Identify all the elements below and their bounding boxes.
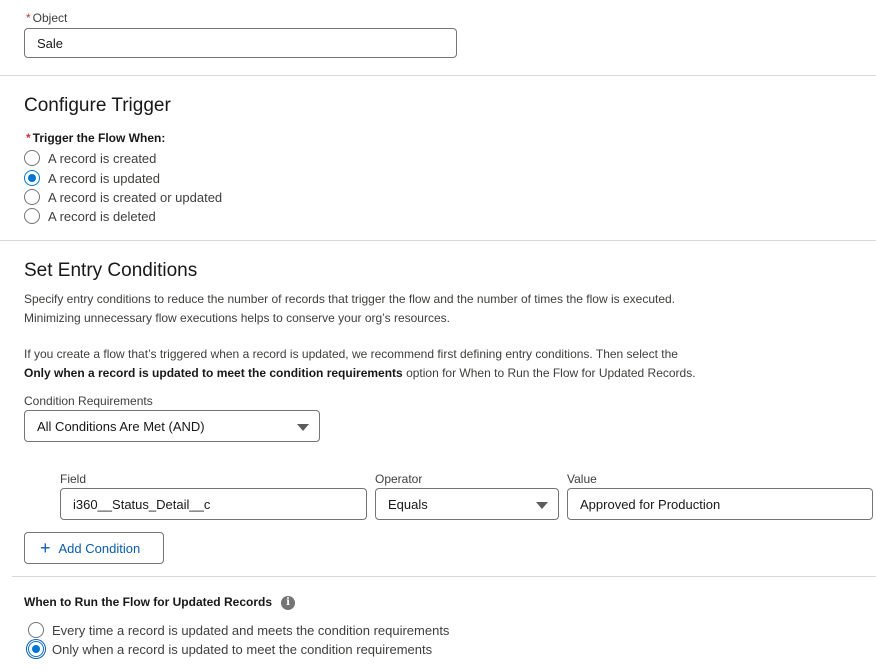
radio-button[interactable]	[24, 189, 40, 205]
field-label: Field	[60, 472, 87, 486]
trigger-option-created-or-updated[interactable]: A record is created or updated	[24, 188, 222, 206]
object-label: * Object	[26, 11, 67, 25]
condition-requirements-select[interactable]: All Conditions Are Met (AND)	[24, 410, 320, 442]
chevron-down-icon	[536, 502, 548, 509]
run-option-every-time[interactable]: Every time a record is updated and meets…	[28, 621, 449, 639]
configure-trigger-heading: Configure Trigger	[24, 95, 171, 116]
info-icon[interactable]: i	[281, 595, 295, 610]
trigger-option-created[interactable]: A record is created	[24, 149, 156, 167]
value-value: Approved for Production	[580, 496, 721, 512]
plus-icon: +	[40, 538, 51, 558]
entry-conditions-heading: Set Entry Conditions	[24, 260, 198, 281]
recommendation-line: Only when a record is updated to meet th…	[24, 364, 864, 383]
run-option-only-when[interactable]: Only when a record is updated to meet th…	[28, 640, 432, 658]
entry-conditions-recommendation: If you create a flow that’s triggered wh…	[24, 345, 864, 383]
condition-requirements-label: Condition Requirements	[24, 394, 153, 408]
recommendation-line: If you create a flow that’s triggered wh…	[24, 347, 678, 361]
chevron-down-icon	[297, 424, 309, 431]
when-to-run-label: When to Run the Flow for Updated Records…	[24, 595, 295, 610]
divider	[0, 240, 876, 241]
field-value: i360__Status_Detail__c	[73, 496, 211, 512]
value-label: Value	[567, 472, 597, 486]
divider	[0, 75, 876, 76]
object-value: Sale	[37, 35, 64, 51]
condition-requirements-value: All Conditions Are Met (AND)	[37, 418, 205, 434]
description-line: Specify entry conditions to reduce the n…	[24, 292, 676, 306]
trigger-option-label: A record is created or updated	[48, 189, 223, 205]
value-input[interactable]: Approved for Production	[567, 488, 873, 520]
recommendation-bold: Only when a record is updated to meet th…	[24, 366, 403, 380]
radio-button-selected[interactable]	[28, 641, 44, 657]
operator-label: Operator	[375, 472, 423, 486]
object-input[interactable]: Sale	[24, 28, 457, 58]
trigger-option-label: A record is deleted	[48, 208, 156, 224]
add-condition-button[interactable]: + Add Condition	[24, 532, 164, 564]
when-to-run-label-text: When to Run the Flow for Updated Records	[24, 595, 272, 609]
required-mark: *	[26, 11, 31, 25]
radio-button[interactable]	[28, 622, 44, 638]
object-label-text: Object	[32, 11, 68, 25]
radio-button[interactable]	[24, 208, 40, 224]
operator-select[interactable]: Equals	[375, 488, 559, 520]
add-condition-label: Add Condition	[58, 540, 141, 556]
trigger-when-label-text: Trigger the Flow When:	[32, 131, 166, 145]
operator-value: Equals	[388, 496, 428, 512]
description-line: Minimizing unnecessary flow executions h…	[24, 311, 450, 325]
recommendation-rest: option for When to Run the Flow for Upda…	[402, 366, 696, 380]
field-input[interactable]: i360__Status_Detail__c	[60, 488, 367, 520]
run-option-label: Only when a record is updated to meet th…	[52, 641, 433, 657]
trigger-option-deleted[interactable]: A record is deleted	[24, 207, 156, 225]
trigger-option-label: A record is created	[48, 150, 157, 166]
required-mark: *	[26, 131, 31, 145]
entry-conditions-description: Specify entry conditions to reduce the n…	[24, 290, 864, 328]
run-option-label: Every time a record is updated and meets…	[52, 622, 450, 638]
trigger-option-updated[interactable]: A record is updated	[24, 169, 160, 187]
radio-button-selected[interactable]	[24, 170, 40, 186]
trigger-option-label: A record is updated	[48, 170, 161, 186]
divider	[12, 576, 876, 577]
radio-button[interactable]	[24, 150, 40, 166]
trigger-when-label: * Trigger the Flow When:	[26, 131, 165, 145]
